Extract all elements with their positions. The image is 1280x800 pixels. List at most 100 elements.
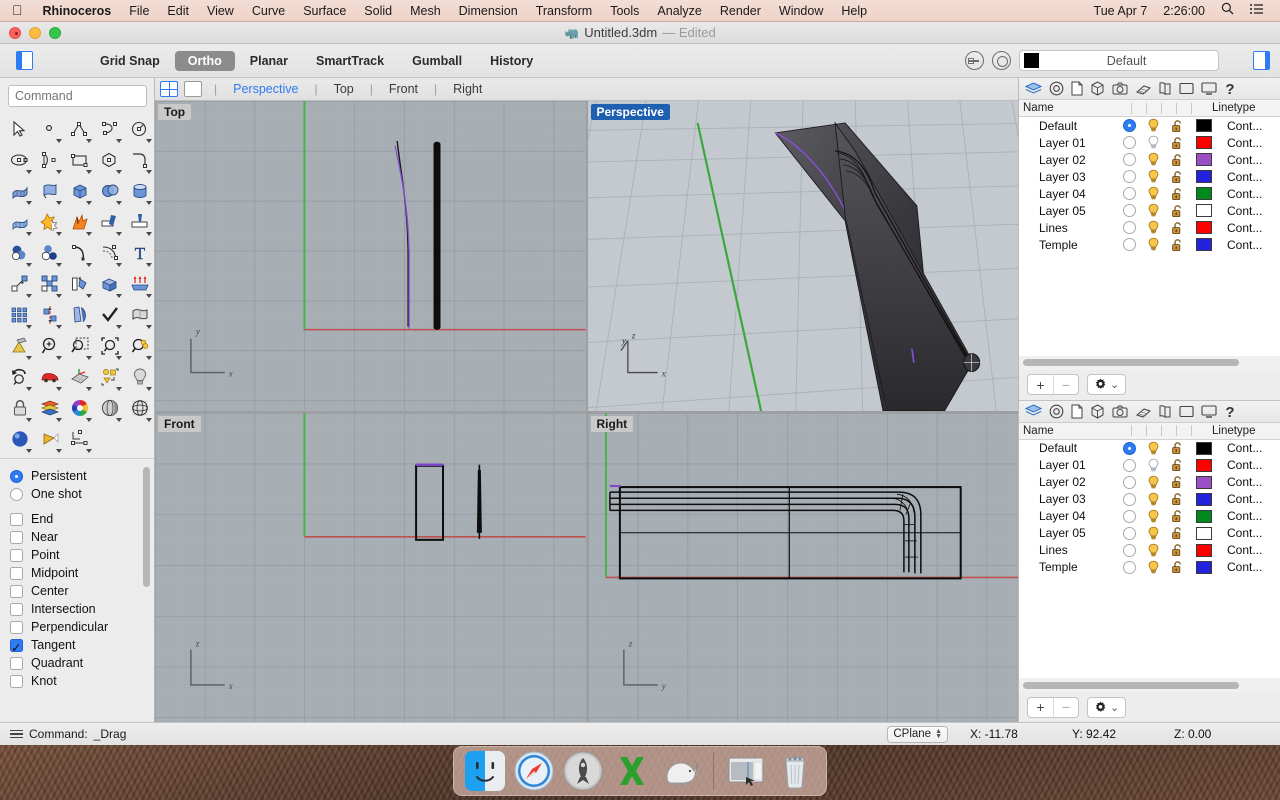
layer-row[interactable]: Layer 05Cont... xyxy=(1019,202,1280,219)
materials-icon[interactable] xyxy=(1090,404,1105,419)
extrude-icon[interactable] xyxy=(95,269,124,299)
layer-current-radio[interactable] xyxy=(1117,238,1141,251)
current-layer-selector[interactable]: Default xyxy=(1019,50,1219,71)
layer-lock-toggle[interactable] xyxy=(1165,492,1189,506)
menu-help[interactable]: Help xyxy=(832,0,876,22)
layer-row[interactable]: Layer 02Cont... xyxy=(1019,474,1280,491)
layer-current-radio[interactable] xyxy=(1117,442,1141,455)
osnap-near[interactable]: Near xyxy=(10,528,154,546)
mode-history[interactable]: History xyxy=(477,51,546,71)
osnap-tangent[interactable]: ✓Tangent xyxy=(10,636,154,654)
render-icon[interactable] xyxy=(1201,405,1217,418)
arc-icon[interactable] xyxy=(35,145,64,175)
layer-hscrollbar-bottom[interactable] xyxy=(1019,678,1280,692)
document-icon[interactable] xyxy=(1071,404,1083,419)
menu-render[interactable]: Render xyxy=(711,0,770,22)
lock-icon[interactable] xyxy=(5,393,34,423)
camera-icon[interactable] xyxy=(1112,82,1128,95)
layer-visibility-toggle[interactable] xyxy=(1141,441,1165,456)
layer-color-swatch[interactable] xyxy=(1189,187,1219,200)
layer-color-swatch[interactable] xyxy=(1189,459,1219,472)
menu-dimension[interactable]: Dimension xyxy=(450,0,527,22)
osnap-point[interactable]: Point xyxy=(10,546,154,564)
array-grid-icon[interactable] xyxy=(5,300,34,330)
excel-icon[interactable] xyxy=(612,751,652,791)
menu-transform[interactable]: Transform xyxy=(527,0,602,22)
layer-visibility-toggle[interactable] xyxy=(1141,220,1165,235)
layer-color-swatch[interactable] xyxy=(1189,493,1219,506)
menu-file[interactable]: File xyxy=(120,0,158,22)
layer-linetype[interactable]: Cont... xyxy=(1219,475,1280,489)
layer-color-swatch[interactable] xyxy=(1189,204,1219,217)
layer-visibility-toggle[interactable] xyxy=(1141,526,1165,541)
layer-current-radio[interactable] xyxy=(1117,476,1141,489)
dimension-icon[interactable] xyxy=(65,424,94,454)
layer-color-swatch[interactable] xyxy=(1189,544,1219,557)
render-sphere-icon[interactable] xyxy=(5,424,34,454)
hamburger-icon[interactable] xyxy=(10,730,23,738)
cplane-selector[interactable]: CPlane ▲▼ xyxy=(887,726,948,743)
viewport-perspective-label[interactable]: Perspective xyxy=(591,104,670,120)
layer-row[interactable]: DefaultCont... xyxy=(1019,440,1280,457)
named-views-icon[interactable] xyxy=(1158,81,1172,96)
menu-window[interactable]: Window xyxy=(770,0,832,22)
safari-icon[interactable] xyxy=(514,751,554,791)
checkbox-quadrant[interactable] xyxy=(10,657,23,670)
layer-current-radio[interactable] xyxy=(1117,153,1141,166)
circle-icon[interactable] xyxy=(125,114,154,144)
layer-row[interactable]: LinesCont... xyxy=(1019,542,1280,559)
materials-icon[interactable] xyxy=(1090,81,1105,96)
checkbox-intersection[interactable] xyxy=(10,603,23,616)
layer-visibility-toggle[interactable] xyxy=(1141,560,1165,575)
lights-icon[interactable] xyxy=(1135,82,1151,95)
layer-visibility-toggle[interactable] xyxy=(1141,203,1165,218)
menu-analyze[interactable]: Analyze xyxy=(648,0,710,22)
mirror-icon[interactable] xyxy=(35,300,64,330)
remove-layer-button[interactable]: − xyxy=(1053,375,1078,394)
layer-state-icon[interactable] xyxy=(965,51,984,70)
cplane-icon[interactable] xyxy=(65,362,94,392)
layer-row[interactable]: Layer 04Cont... xyxy=(1019,508,1280,525)
menu-mesh[interactable]: Mesh xyxy=(401,0,450,22)
layers-icon[interactable] xyxy=(1025,82,1042,96)
camera-icon[interactable] xyxy=(35,424,64,454)
boolean-intersection-icon[interactable] xyxy=(35,238,64,268)
zoom-window-icon[interactable] xyxy=(65,331,94,361)
layer-lock-toggle[interactable] xyxy=(1165,526,1189,540)
checkbox-center[interactable] xyxy=(10,585,23,598)
layer-row[interactable]: Layer 05Cont... xyxy=(1019,525,1280,542)
tab-perspective[interactable]: Perspective xyxy=(225,82,306,96)
add-layer-button[interactable]: + xyxy=(1028,375,1053,394)
tab-top[interactable]: Top xyxy=(326,82,362,96)
document-icon[interactable] xyxy=(1071,81,1083,96)
ellipse-icon[interactable] xyxy=(5,145,34,175)
layer-color-swatch[interactable] xyxy=(1189,119,1219,132)
render-icon[interactable] xyxy=(1201,82,1217,95)
layer-linetype[interactable]: Cont... xyxy=(1219,221,1280,235)
named-views-icon[interactable] xyxy=(1158,404,1172,419)
sphere-shade-icon[interactable] xyxy=(95,393,124,423)
checkbox-end[interactable] xyxy=(10,513,23,526)
layer-current-radio[interactable] xyxy=(1117,204,1141,217)
minimized-window-icon[interactable] xyxy=(726,751,766,791)
viewport-front[interactable]: z x Front xyxy=(155,413,586,723)
checkbox-knot[interactable] xyxy=(10,675,23,688)
boolean-union-icon[interactable] xyxy=(35,207,64,237)
trim-icon[interactable] xyxy=(95,207,124,237)
layer-current-radio[interactable] xyxy=(1117,119,1141,132)
layer-current-radio[interactable] xyxy=(1117,170,1141,183)
object-color-icon[interactable] xyxy=(992,51,1011,70)
surface-sweep-icon[interactable] xyxy=(35,176,64,206)
curve-icon[interactable] xyxy=(95,114,124,144)
command-input[interactable] xyxy=(8,85,147,107)
layer-color-swatch[interactable] xyxy=(1189,136,1219,149)
check-icon[interactable] xyxy=(95,300,124,330)
checkbox-tangent[interactable]: ✓ xyxy=(10,639,23,652)
layer-lock-toggle[interactable] xyxy=(1165,458,1189,472)
layer-linetype[interactable]: Cont... xyxy=(1219,136,1280,150)
layer-linetype[interactable]: Cont... xyxy=(1219,204,1280,218)
layer-current-radio[interactable] xyxy=(1117,493,1141,506)
layer-list-top[interactable]: DefaultCont...Layer 01Cont...Layer 02Con… xyxy=(1019,117,1280,356)
layer-row[interactable]: TempleCont... xyxy=(1019,559,1280,576)
osnap-center[interactable]: Center xyxy=(10,582,154,600)
